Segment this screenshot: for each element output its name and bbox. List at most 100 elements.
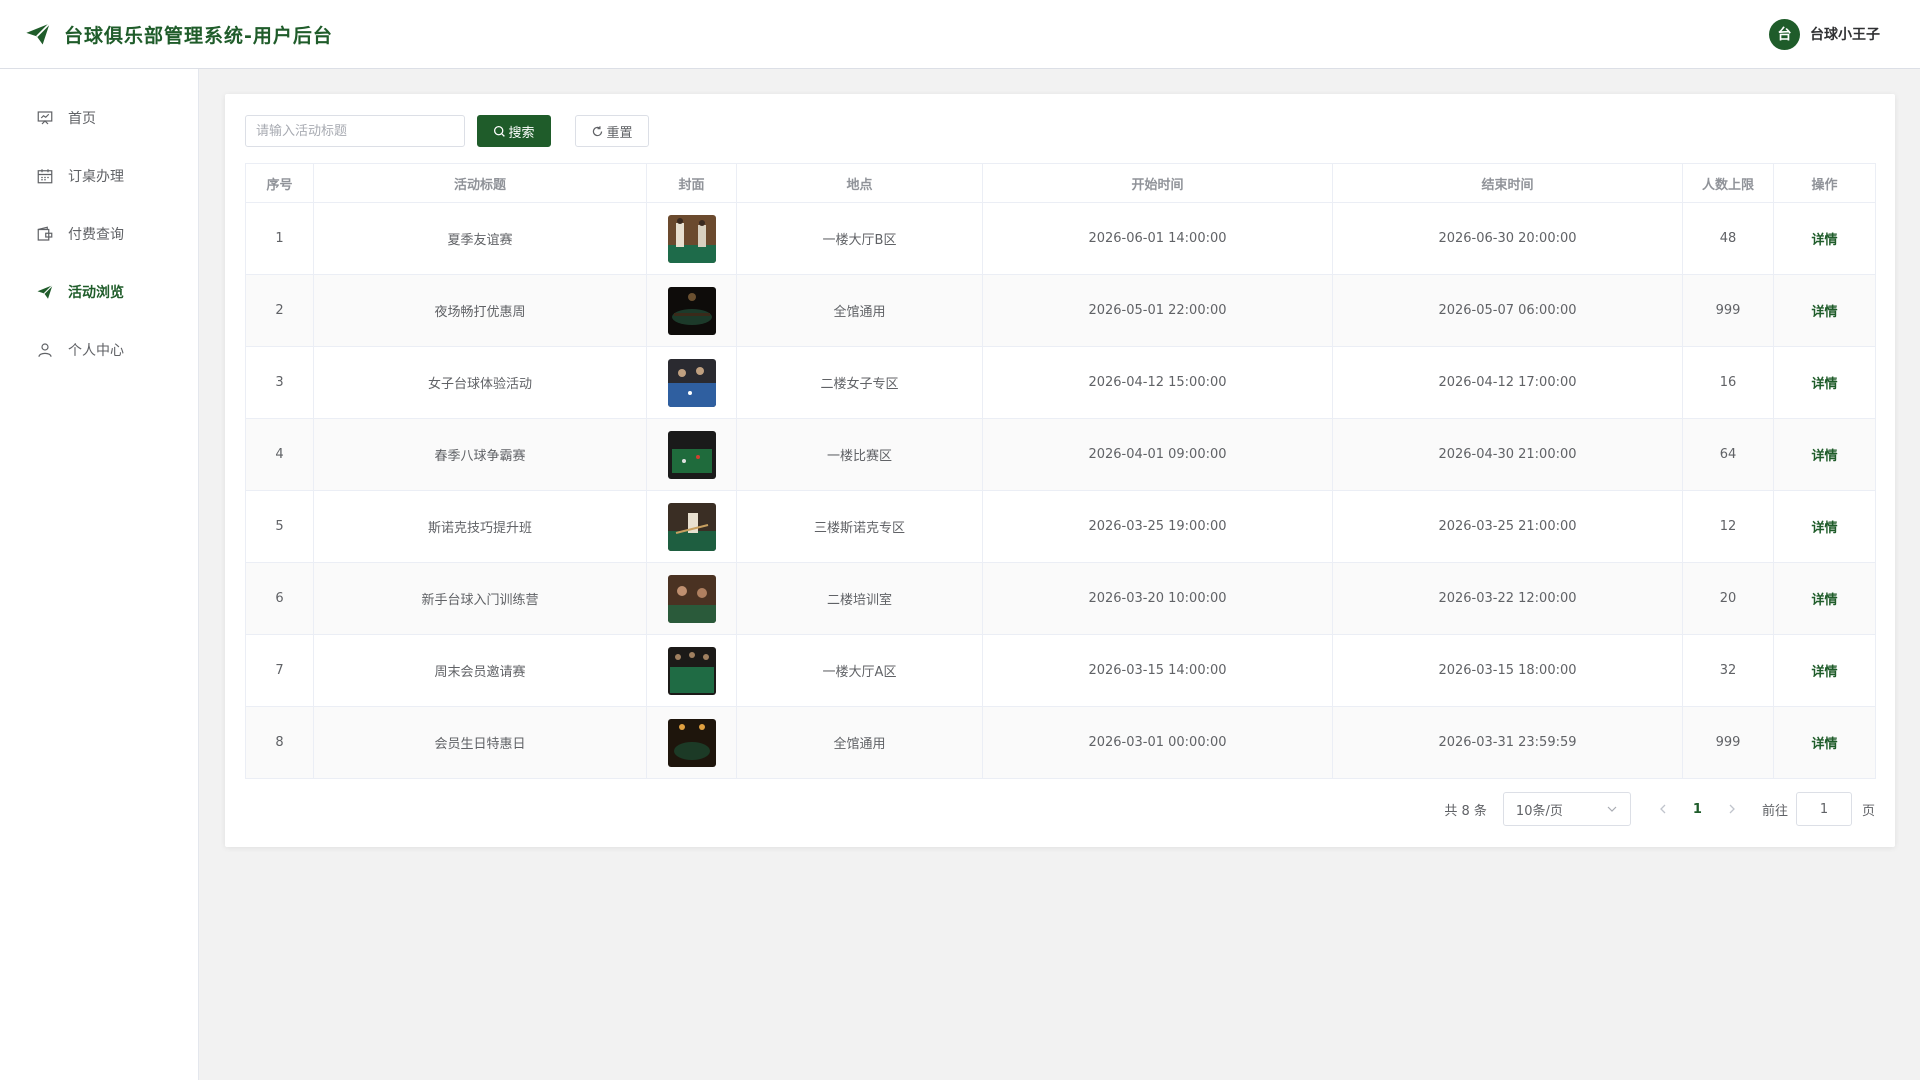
cell-limit: 64	[1682, 418, 1774, 491]
table-row: 6 新手台球入门训练营 二楼培训室 2026-03-20 10:00:00 20…	[245, 562, 1876, 635]
cell-title: 周末会员邀请赛	[313, 634, 647, 707]
page-suffix: 页	[1861, 803, 1875, 819]
cell-no: 5	[245, 490, 314, 563]
detail-link[interactable]: 详情	[1811, 377, 1837, 392]
sidebar-item-label: 个人中心	[68, 343, 124, 359]
sidebar-item-label: 付费查询	[68, 227, 124, 243]
search-icon	[494, 125, 506, 137]
table-row: 3 女子台球体验活动 二楼女子专区 2026-04-12 15:00:00 20…	[245, 346, 1876, 419]
column-header[interactable]: 地点	[736, 163, 983, 203]
table-row: 8 会员生日特惠日 全馆通用 2026-03-01 00:00:00 2026-…	[245, 706, 1876, 779]
table-row: 7 周末会员邀请赛 一楼大厅A区 2026-03-15 14:00:00 202…	[245, 634, 1876, 707]
detail-link[interactable]: 详情	[1811, 665, 1837, 680]
cell-start: 2026-06-01 14:00:00	[982, 202, 1333, 275]
reset-button-label: 重置	[606, 125, 633, 141]
detail-link[interactable]: 详情	[1811, 449, 1837, 464]
sidebar-item-profile[interactable]: 个人中心	[0, 321, 198, 379]
column-header[interactable]: 人数上限	[1682, 163, 1774, 203]
user-name[interactable]: 台球小王子	[1810, 24, 1880, 44]
cell-title: 新手台球入门训练营	[313, 562, 647, 635]
cell-action: 详情	[1773, 634, 1876, 707]
table-row: 1 夏季友谊赛 一楼大厅B区 2026-06-01 14:00:00 2026-…	[245, 202, 1876, 275]
cell-action: 详情	[1773, 346, 1876, 419]
page-number[interactable]: 1	[1693, 802, 1702, 817]
user-menu[interactable]: 台 台球小王子	[1769, 18, 1880, 50]
cover-image[interactable]	[667, 358, 716, 407]
cover-image[interactable]	[667, 430, 716, 479]
cell-cover	[646, 706, 737, 779]
cover-image[interactable]	[667, 286, 716, 335]
cell-start: 2026-04-12 15:00:00	[982, 346, 1333, 419]
cell-limit: 999	[1682, 706, 1774, 779]
cover-image[interactable]	[667, 502, 716, 551]
sidebar-item-label: 首页	[68, 111, 96, 127]
presentation-board-icon	[37, 111, 53, 125]
user-icon	[38, 343, 52, 357]
goto-page-input[interactable]	[1795, 792, 1852, 826]
cell-start: 2026-03-15 14:00:00	[982, 634, 1333, 707]
cell-limit: 32	[1682, 634, 1774, 707]
total-count: 共 8 条	[1444, 803, 1487, 819]
column-header[interactable]: 开始时间	[982, 163, 1333, 203]
cell-title: 夜场畅打优惠周	[313, 274, 647, 347]
cell-cover	[646, 418, 737, 491]
column-header[interactable]: 序号	[245, 163, 314, 203]
cell-cover	[646, 562, 737, 635]
cell-end: 2026-04-30 21:00:00	[1332, 418, 1683, 491]
page-size-select[interactable]: 10条/页	[1502, 792, 1631, 826]
column-header[interactable]: 活动标题	[313, 163, 647, 203]
cell-location: 全馆通用	[736, 274, 983, 347]
cell-location: 全馆通用	[736, 706, 983, 779]
cell-action: 详情	[1773, 274, 1876, 347]
wallet-icon	[37, 226, 53, 241]
cell-limit: 16	[1682, 346, 1774, 419]
brand: 台球俱乐部管理系统-用户后台	[24, 20, 333, 48]
top-header: 台球俱乐部管理系统-用户后台 台 台球小王子	[0, 0, 1920, 69]
sidebar-item-payment[interactable]: 付费查询	[0, 205, 198, 263]
detail-link[interactable]: 详情	[1811, 305, 1837, 320]
paper-plane-icon	[37, 284, 53, 299]
cover-image[interactable]	[667, 214, 716, 263]
column-header[interactable]: 操作	[1773, 163, 1876, 203]
detail-link[interactable]: 详情	[1811, 233, 1837, 248]
chevron-right-icon[interactable]	[1726, 803, 1738, 815]
reset-button[interactable]: 重置	[575, 115, 649, 147]
cell-cover	[646, 202, 737, 275]
cell-action: 详情	[1773, 562, 1876, 635]
cell-cover	[646, 346, 737, 419]
detail-link[interactable]: 详情	[1811, 521, 1837, 536]
cover-image[interactable]	[667, 718, 716, 767]
cell-end: 2026-03-31 23:59:59	[1332, 706, 1683, 779]
cell-location: 一楼大厅B区	[736, 202, 983, 275]
column-header[interactable]: 封面	[646, 163, 737, 203]
cell-limit: 12	[1682, 490, 1774, 563]
cover-image[interactable]	[667, 574, 716, 623]
page-size-value: 10条/页	[1515, 803, 1563, 819]
cell-no: 3	[245, 346, 314, 419]
goto-label: 前往	[1761, 803, 1788, 819]
search-toolbar: 搜索 重置	[245, 115, 649, 147]
app-title: 台球俱乐部管理系统-用户后台	[64, 24, 333, 47]
cell-cover	[646, 490, 737, 563]
table-row: 5 斯诺克技巧提升班 三楼斯诺克专区 2026-03-25 19:00:00 2…	[245, 490, 1876, 563]
detail-link[interactable]: 详情	[1811, 737, 1837, 752]
column-header[interactable]: 结束时间	[1332, 163, 1683, 203]
chevron-left-icon[interactable]	[1657, 803, 1669, 815]
search-input[interactable]	[245, 115, 465, 147]
cover-image[interactable]	[667, 646, 716, 695]
paper-plane-icon	[26, 22, 51, 45]
sidebar-item-booking[interactable]: 订桌办理	[0, 147, 198, 205]
cell-no: 7	[245, 634, 314, 707]
sidebar: 首页 订桌办理 付费查询 活动浏览 个人中心	[0, 69, 199, 1080]
cell-start: 2026-03-20 10:00:00	[982, 562, 1333, 635]
sidebar-item-activities[interactable]: 活动浏览	[0, 263, 198, 321]
sidebar-item-home[interactable]: 首页	[0, 89, 198, 147]
avatar[interactable]: 台	[1769, 18, 1800, 50]
calendar-icon	[37, 169, 53, 184]
cell-location: 一楼比赛区	[736, 418, 983, 491]
detail-link[interactable]: 详情	[1811, 593, 1837, 608]
cell-end: 2026-04-12 17:00:00	[1332, 346, 1683, 419]
cell-cover	[646, 274, 737, 347]
search-button[interactable]: 搜索	[477, 115, 551, 147]
cell-end: 2026-06-30 20:00:00	[1332, 202, 1683, 275]
